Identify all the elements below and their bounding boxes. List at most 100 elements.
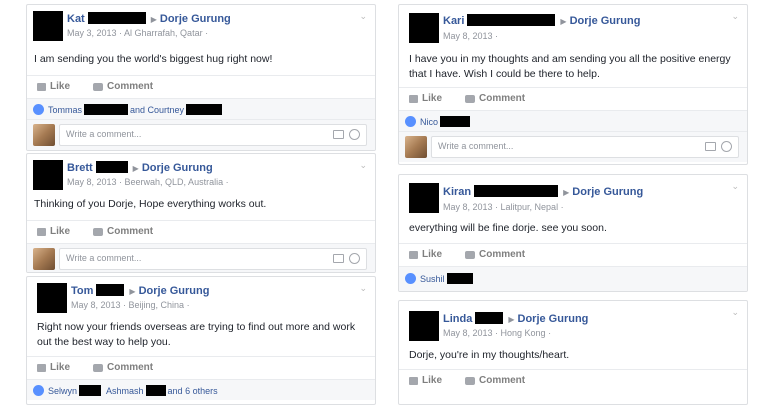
thumbs-up-icon — [409, 376, 418, 385]
commenter-avatar — [405, 136, 427, 158]
comment-area: Write a comment... — [27, 243, 375, 272]
redaction — [440, 116, 471, 127]
comment-icon — [465, 376, 475, 385]
emoji-icon[interactable] — [721, 141, 732, 152]
chevron-down-icon[interactable]: ⌄ — [359, 160, 367, 171]
arrow-right-icon: ▶ — [129, 287, 136, 296]
redaction — [446, 273, 473, 284]
emoji-icon[interactable] — [349, 253, 360, 264]
post-meta[interactable]: May 8, 2013 · Lalitpur, Nepal · — [443, 202, 564, 212]
like-button[interactable]: Like — [37, 81, 70, 92]
redaction — [96, 284, 125, 296]
post-text: I am sending you the world's biggest hug… — [34, 53, 273, 65]
thumbs-up-icon — [37, 82, 46, 91]
like-icon — [33, 104, 44, 115]
post-text: Dorje, you're in my thoughts/heart. — [409, 349, 570, 361]
redaction — [475, 312, 504, 324]
avatar[interactable] — [33, 11, 63, 41]
post-meta[interactable]: May 8, 2013 · Beijing, China · — [71, 300, 190, 310]
comment-button[interactable]: Comment — [465, 93, 525, 104]
wall-owner-name[interactable]: Dorje Gurung — [570, 15, 641, 27]
likes-summary: Tommas and Courtney — [27, 98, 375, 119]
post-kat: Kat ▶ Dorje Gurung May 3, 2013 · Al Gharra… — [26, 4, 376, 151]
like-button[interactable]: Like — [409, 249, 442, 260]
post-text: Right now your friends overseas are tryi… — [37, 321, 356, 348]
emoji-icon[interactable] — [349, 129, 360, 140]
post-meta[interactable]: May 8, 2013 · Beerwah, QLD, Australia · — [67, 177, 229, 187]
redaction — [186, 104, 223, 115]
like-button[interactable]: Like — [37, 362, 70, 373]
avatar[interactable] — [37, 283, 67, 313]
chevron-down-icon[interactable]: ⌄ — [731, 307, 739, 318]
author-name[interactable]: Linda — [443, 313, 472, 325]
chevron-down-icon[interactable]: ⌄ — [731, 11, 739, 22]
author-name[interactable]: Tom — [71, 285, 93, 297]
liker-name[interactable]: and Courtney — [130, 105, 184, 115]
arrow-right-icon: ▶ — [132, 164, 139, 173]
liker-name[interactable]: Ashmash — [106, 386, 144, 396]
comment-button[interactable]: Comment — [465, 249, 525, 260]
arrow-right-icon: ▶ — [150, 15, 157, 24]
redaction — [145, 385, 166, 396]
like-icon — [33, 385, 44, 396]
comment-button[interactable]: Comment — [93, 81, 153, 92]
camera-icon[interactable] — [705, 142, 716, 151]
redaction — [467, 14, 556, 26]
redaction — [84, 104, 129, 115]
liker-name[interactable]: Selwyn — [48, 386, 77, 396]
comment-area: Write a comment... — [399, 131, 747, 162]
author-name[interactable]: Brett — [67, 162, 93, 174]
post-tom: Tom ▶ Dorje Gurung May 8, 2013 · Beijing, … — [26, 276, 376, 405]
redaction — [474, 185, 559, 197]
chevron-down-icon[interactable]: ⌄ — [731, 181, 739, 192]
commenter-avatar — [33, 124, 55, 146]
wall-owner-name[interactable]: Dorje Gurung — [139, 285, 210, 297]
action-bar: Like Comment — [27, 356, 375, 379]
like-button[interactable]: Like — [409, 93, 442, 104]
author-name[interactable]: Kiran — [443, 186, 471, 198]
camera-icon[interactable] — [333, 130, 344, 139]
avatar[interactable] — [33, 160, 63, 190]
post-text: Thinking of you Dorje, Hope everything w… — [34, 198, 267, 210]
wall-owner-name[interactable]: Dorje Gurung — [160, 13, 231, 25]
like-icon — [405, 273, 416, 284]
post-meta[interactable]: May 8, 2013 · Hong Kong · — [443, 328, 551, 338]
author-name[interactable]: Kari — [443, 15, 464, 27]
liker-name[interactable]: Sushil — [420, 274, 445, 284]
action-bar: Like Comment — [399, 87, 747, 110]
arrow-right-icon: ▶ — [508, 315, 515, 324]
post-text: I have you in my thoughts and am sending… — [409, 53, 731, 80]
liker-name[interactable]: Nico — [420, 117, 438, 127]
wall-owner-name[interactable]: Dorje Gurung — [572, 186, 643, 198]
comment-icon — [93, 227, 103, 236]
likes-summary: Nico — [399, 110, 747, 131]
avatar[interactable] — [409, 311, 439, 341]
post-meta[interactable]: May 3, 2013 · Al Gharrafah, Qatar · — [67, 28, 208, 38]
comment-button[interactable]: Comment — [93, 226, 153, 237]
comment-input[interactable]: Write a comment... — [59, 124, 367, 146]
thumbs-up-icon — [37, 227, 46, 236]
like-button[interactable]: Like — [409, 375, 442, 386]
comment-icon — [465, 94, 475, 103]
post-linda: Linda ▶ Dorje Gurung May 8, 2013 · Hong Ko… — [398, 300, 748, 405]
chevron-down-icon[interactable]: ⌄ — [359, 11, 367, 22]
chevron-down-icon[interactable]: ⌄ — [359, 283, 367, 294]
redaction — [95, 161, 128, 173]
camera-icon[interactable] — [333, 254, 344, 263]
author-name[interactable]: Kat — [67, 13, 85, 25]
comment-button[interactable]: Comment — [465, 375, 525, 386]
post-kiran: Kiran ▶ Dorje Gurung May 8, 2013 · Lalitpu… — [398, 174, 748, 292]
wall-owner-name[interactable]: Dorje Gurung — [518, 313, 589, 325]
wall-owner-name[interactable]: Dorje Gurung — [142, 162, 213, 174]
liker-name[interactable]: Tommas — [48, 105, 82, 115]
comment-icon — [93, 363, 103, 372]
comment-button[interactable]: Comment — [93, 362, 153, 373]
post-meta[interactable]: May 8, 2013 · — [443, 31, 498, 41]
comment-input[interactable]: Write a comment... — [431, 136, 739, 158]
like-icon — [405, 116, 416, 127]
like-button[interactable]: Like — [37, 226, 70, 237]
avatar[interactable] — [409, 183, 439, 213]
others-link[interactable]: and 6 others — [168, 386, 218, 396]
comment-input[interactable]: Write a comment... — [59, 248, 367, 270]
avatar[interactable] — [409, 13, 439, 43]
